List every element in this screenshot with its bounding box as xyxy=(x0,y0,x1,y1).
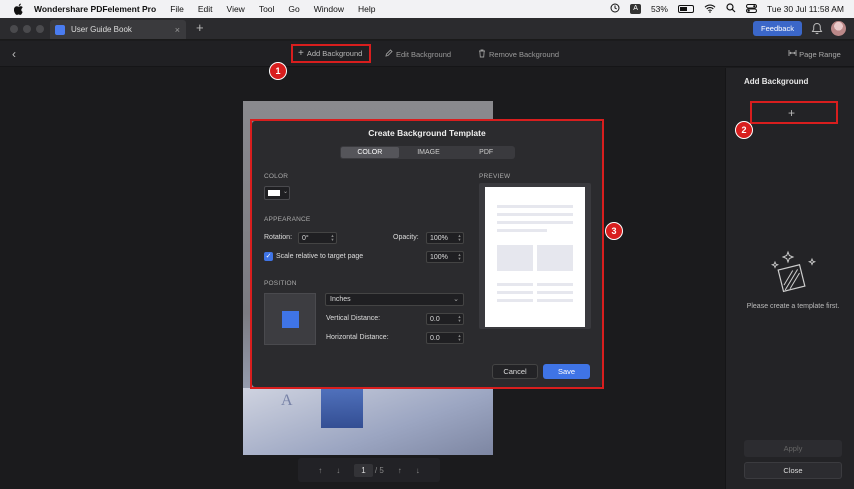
callout-badge-2: 2 xyxy=(735,121,753,139)
bell-icon[interactable] xyxy=(811,22,823,35)
menu-go[interactable]: Go xyxy=(288,4,299,14)
first-page-icon[interactable]: ↑ xyxy=(318,466,322,475)
page-range-button[interactable]: Page Range xyxy=(788,49,841,59)
trash-icon xyxy=(478,49,486,60)
edit-background-button[interactable]: Edit Background xyxy=(385,49,451,59)
apple-icon[interactable] xyxy=(12,3,26,15)
window-minimize-light[interactable] xyxy=(23,25,31,33)
menubar-datetime[interactable]: Tue 30 Jul 11:58 AM xyxy=(767,4,844,14)
callout-box-dialog xyxy=(250,119,604,389)
page-separator: / xyxy=(374,465,378,475)
total-pages: 5 xyxy=(379,465,384,475)
last-page-icon[interactable]: ↓ xyxy=(416,466,420,475)
close-tab-icon[interactable]: × xyxy=(175,25,180,35)
close-button[interactable]: Close xyxy=(744,462,842,479)
search-icon[interactable] xyxy=(726,3,736,15)
pdf-page-image: A xyxy=(243,388,493,455)
page-navigator: ↑ ↓ 1 / 5 ↑ ↓ xyxy=(298,458,440,482)
page-image-letter: A xyxy=(281,392,293,409)
page-number-group: 1 / 5 xyxy=(354,463,384,477)
edit-background-label: Edit Background xyxy=(396,49,452,59)
current-page-input[interactable]: 1 xyxy=(354,463,373,477)
macos-menubar: Wondershare PDFelement Pro File Edit Vie… xyxy=(0,0,854,18)
wifi-icon[interactable] xyxy=(704,4,716,15)
page-range-label: Page Range xyxy=(799,50,841,59)
battery-icon[interactable] xyxy=(677,5,694,13)
menu-file[interactable]: File xyxy=(170,4,184,14)
avatar[interactable] xyxy=(831,21,846,36)
document-tab-label: User Guide Book xyxy=(71,25,132,34)
remove-background-button[interactable]: Remove Background xyxy=(478,49,559,60)
window-zoom-light[interactable] xyxy=(36,25,44,33)
input-source-indicator[interactable]: A xyxy=(630,4,641,14)
edit-icon xyxy=(385,49,393,59)
menu-help[interactable]: Help xyxy=(358,4,375,14)
page-range-icon xyxy=(788,50,799,59)
callout-box-add-template xyxy=(750,101,838,124)
app-menu[interactable]: Wondershare PDFelement Pro xyxy=(34,4,156,14)
control-center-icon[interactable] xyxy=(745,3,757,15)
clock-icon[interactable] xyxy=(610,3,620,15)
feedback-button[interactable]: Feedback xyxy=(753,21,802,36)
remove-background-label: Remove Background xyxy=(489,50,560,59)
callout-box-add-background xyxy=(291,44,371,63)
apply-button[interactable]: Apply xyxy=(744,440,842,457)
battery-percent: 53% xyxy=(650,4,668,14)
menu-tool[interactable]: Tool xyxy=(259,4,275,14)
window-close-light[interactable] xyxy=(10,25,18,33)
new-tab-icon[interactable]: + xyxy=(196,21,204,35)
menu-window[interactable]: Window xyxy=(314,4,344,14)
panel-title: Add Background xyxy=(744,77,809,86)
menu-view[interactable]: View xyxy=(227,4,245,14)
window-tab-bar: User Guide Book × + Feedback xyxy=(0,18,854,40)
menu-edit[interactable]: Edit xyxy=(198,4,213,14)
sparkle-template-icon xyxy=(766,250,818,298)
prev-page-icon[interactable]: ↓ xyxy=(336,466,340,475)
page-image-block xyxy=(321,388,363,428)
background-toolbar: ‹ + Add Background Edit Background Remov… xyxy=(0,41,854,67)
next-page-icon[interactable]: ↑ xyxy=(398,466,402,475)
callout-badge-3: 3 xyxy=(605,222,623,240)
callout-badge-1: 1 xyxy=(269,62,287,80)
back-icon[interactable]: ‹ xyxy=(12,47,16,61)
pdf-document-icon xyxy=(55,24,65,35)
empty-state-text: Please create a template first. xyxy=(746,303,840,310)
document-tab[interactable]: User Guide Book × xyxy=(50,20,186,39)
